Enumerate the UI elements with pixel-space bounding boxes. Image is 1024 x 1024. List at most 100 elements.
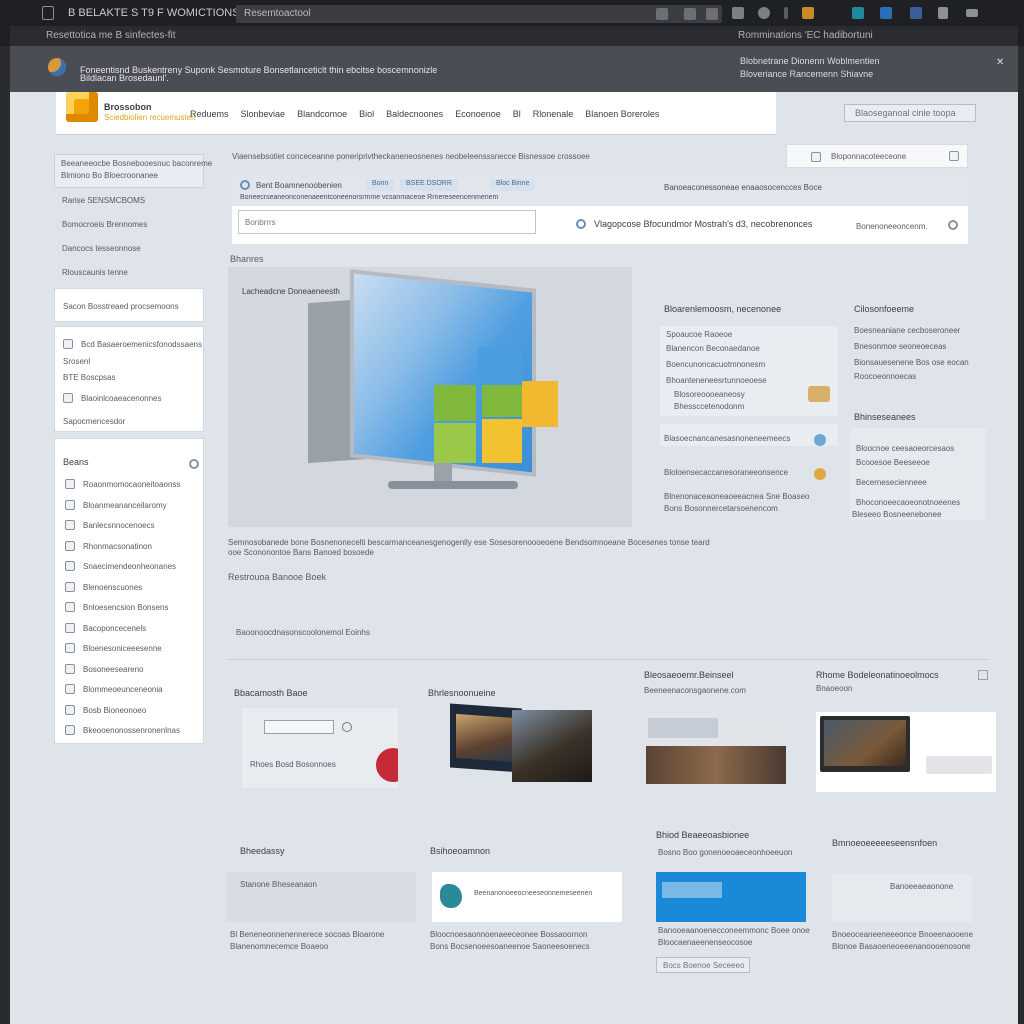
toolbar-right[interactable]: Banoeaconessoneae enaaosocencces Boce: [664, 183, 822, 192]
list-icon: [65, 704, 75, 715]
sidebar-link[interactable]: Dancocs tesseonnose: [62, 244, 141, 253]
card[interactable]: Bsihoeoamnon Beenanonoeeocneeseonnemesee…: [430, 844, 626, 964]
window-menu-icon[interactable]: [42, 6, 54, 20]
sidebar-list-item[interactable]: Bkeooenonossenronenlnas: [83, 726, 180, 735]
sidebar-list-item[interactable]: Roaonmomocaoneitoaonss: [83, 480, 180, 489]
card-text: Bons Bocsenoeesoaneenoe Saoneesoenecs: [430, 942, 590, 951]
address-bar[interactable]: Resemtoactool: [236, 5, 722, 23]
info-subtitle[interactable]: Bhinseseanees: [854, 412, 916, 422]
close-icon[interactable]: ✕: [996, 57, 1004, 68]
bookmarks-right[interactable]: Romminations 'EC hadibortuni: [738, 30, 873, 41]
card[interactable]: Bbacamosth Baoe Rhoes Bosd Bosonnoes: [230, 684, 406, 794]
toolbar-icon-5[interactable]: [880, 7, 892, 19]
description-link[interactable]: Restrouoa Banooe Boek: [228, 572, 326, 582]
card[interactable]: Bhrlesnoonueine: [426, 684, 602, 794]
section-title: Bhanres: [230, 254, 264, 264]
star-icon[interactable]: [684, 8, 696, 20]
photo-thumbnail: [512, 710, 592, 782]
pen-icon[interactable]: [938, 7, 948, 19]
banner-right-2[interactable]: Bloveriance Rancemenn Shiavne: [740, 69, 873, 79]
card[interactable]: Bleosaeoemr.Beinseel Beeneenaconsgaonene…: [642, 666, 802, 796]
sidebar-list-item[interactable]: Bloenesoniceeesenne: [83, 644, 162, 653]
menu-icon[interactable]: [966, 9, 978, 17]
sidebar-box-item[interactable]: BTE Boscpsas: [63, 373, 115, 382]
brand-name[interactable]: Brossobon: [104, 102, 152, 112]
settings-icon[interactable]: [189, 459, 199, 469]
toolbar-title[interactable]: Bent Boamnenoobenien: [256, 181, 342, 190]
sidebar-box-item[interactable]: Blaoinlcoaeacenonnes: [81, 394, 162, 403]
card[interactable]: Bheedassy Stanone Bheseanaon Bl Beneneon…: [226, 844, 426, 964]
reader-icon[interactable]: [656, 8, 668, 20]
info-line: Blosoreoooeaneosy: [674, 390, 745, 399]
toggle-icon[interactable]: [948, 220, 958, 230]
filter-badge[interactable]: BSEE DSORR: [400, 179, 458, 191]
nav-link[interactable]: Rlonenale: [533, 109, 574, 119]
hero-image[interactable]: Lacheadcne Doneaeneesth: [228, 267, 632, 527]
info-line: Bhoanteneneesrtunnoeoese: [666, 376, 767, 385]
top-search-placeholder: Bloponnacoteeceone: [831, 152, 907, 161]
toolbar-icon-1[interactable]: [732, 7, 744, 19]
sidebar-list-item[interactable]: Bosb Bioneonoeo: [83, 706, 146, 715]
coin-icon: [814, 468, 826, 480]
toolbar-icon-4[interactable]: [852, 7, 864, 19]
window-icon: [648, 718, 718, 738]
nav-link[interactable]: Biol: [359, 109, 374, 119]
cube-logo-icon[interactable]: [66, 92, 98, 122]
sidebar-list-item[interactable]: Blenoenscuones: [83, 583, 142, 592]
nav-link[interactable]: Blanoen Boreroles: [585, 109, 659, 119]
sidebar-list-item[interactable]: Bloanmeananceilaromy: [83, 501, 167, 510]
sidebar-box-text[interactable]: Sacon Bosstreaed procsemoons: [63, 302, 179, 311]
sidebar-box-item[interactable]: Srosenl: [63, 357, 90, 366]
sidebar-list-item[interactable]: Rhonmacsonatinon: [83, 542, 152, 551]
section-divider: [228, 659, 988, 660]
search-message: Vlagopcose Bfocundmor Mostrah's d3, neco…: [594, 219, 813, 229]
sidebar-link[interactable]: Bomocroeis Brennomes: [62, 220, 147, 229]
nav-link[interactable]: Blandcomoe: [297, 109, 347, 119]
info-title[interactable]: Cilosonfoeeme: [854, 304, 914, 314]
search-message-right[interactable]: Bonenoneeoncenm.: [856, 222, 928, 231]
nav-link[interactable]: Baldecnoones: [386, 109, 443, 119]
sidebar-top-line[interactable]: Blmiono Bo Bloecroonanee: [61, 171, 158, 180]
expand-icon[interactable]: [978, 670, 988, 680]
info-line: Blnenonaceaoneaoeeacnea Sne Boaseo: [664, 492, 810, 501]
nav-link[interactable]: Econoenoe: [455, 109, 501, 119]
banner-right-1[interactable]: Blobnetrane Dionenn Woblmentien: [740, 56, 879, 66]
header-button[interactable]: Blaoseganoal cinle toopa: [844, 104, 976, 122]
card[interactable]: Bhiod Beaeeoasbionee Bosno Boo gonenoeoa…: [656, 828, 810, 954]
filter-badge[interactable]: Bloc Binne: [490, 179, 536, 191]
sidebar-list-item[interactable]: Snaecimendeonheonanes: [83, 562, 176, 571]
sidebar-list-item[interactable]: Bnloesencsion Bonsens: [83, 603, 168, 612]
bookmarks-left[interactable]: Resettotica me B sinfectes-fit: [46, 30, 176, 41]
sidebar-box-2: Bcd Basaeroemenicsfonodssaens Srosenl BT…: [54, 326, 204, 432]
info-title[interactable]: Bloarenlemoosm, necenonee: [664, 304, 781, 314]
sidebar-list-item[interactable]: Bosoneeseareno: [83, 665, 144, 674]
nav-link[interactable]: Slonbeviae: [241, 109, 286, 119]
sidebar-box-1: Sacon Bosstreaed procsemoons: [54, 288, 204, 322]
card[interactable]: Rhome Bodeleonatinoeolmocs Bnaoeoon: [816, 666, 996, 796]
hero-caption: Lacheadcne Doneaeneesth: [242, 287, 340, 296]
sidebar-box-item[interactable]: Sapocmencesdor: [63, 417, 125, 426]
sidebar-list-item[interactable]: Blommeoeunceneonia: [83, 685, 163, 694]
nav-link[interactable]: Reduems: [190, 109, 229, 119]
filter-badge[interactable]: Bonn: [366, 179, 395, 191]
card[interactable]: Bmnoeoeeeeeseensnfoen Banoeeaeaonone Bno…: [832, 836, 994, 962]
nav-link[interactable]: Bl: [513, 109, 521, 119]
sidebar-top-line[interactable]: Beeaneeocbe Bosnebooesnuc baconreme: [61, 159, 212, 168]
sidebar-list-item[interactable]: Banlecsnnocenoecs: [83, 521, 155, 530]
sidebar-box-item[interactable]: Bcd Basaeroemenicsfonodssaens: [81, 340, 202, 349]
toolbar-icon-6[interactable]: [910, 7, 922, 19]
info-line: Bionsauesenene Bos ose eocan: [854, 358, 969, 367]
more-button[interactable]: Bocs Boenoe Seceeeo: [656, 957, 750, 973]
sidebar-link[interactable]: Rlouscaunis tenne: [62, 268, 128, 277]
filter-icon[interactable]: [949, 151, 959, 161]
sidebar-link[interactable]: Rarise SENSMCBOMS: [62, 196, 145, 205]
top-search-box[interactable]: Bloponnacoteeceone: [786, 144, 968, 168]
extension-icon[interactable]: [706, 8, 718, 20]
sidebar-list-item[interactable]: Bacoponcecenels: [83, 624, 146, 633]
section-title-2: Baoonoocdnasonscoolonemol Eoinhs: [236, 628, 370, 637]
toolbar-icon-3[interactable]: [802, 7, 814, 19]
toolbar-icon-2[interactable]: [758, 7, 770, 19]
site-logo-icon[interactable]: [48, 58, 66, 76]
list-icon: [65, 684, 75, 694]
search-input[interactable]: [238, 210, 536, 234]
